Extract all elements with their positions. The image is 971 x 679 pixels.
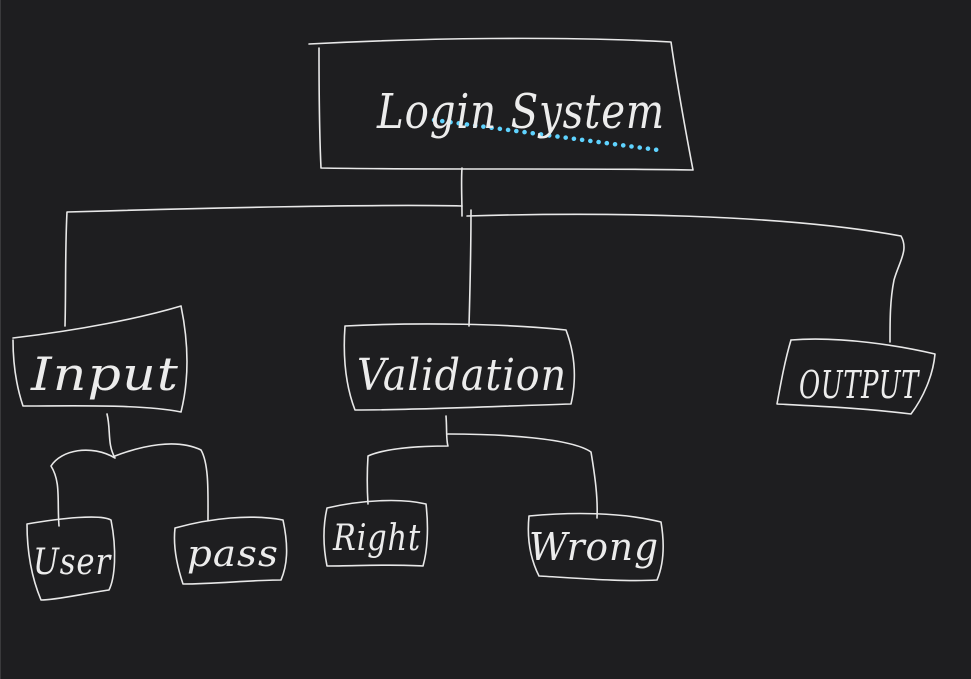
- label-validation: Validation: [357, 350, 567, 401]
- label-output: OUTPUT: [799, 363, 920, 407]
- connector-validation-children: [366, 415, 598, 519]
- label-wrong: Wrong: [529, 525, 659, 569]
- diagram-drawing: Login System Input Validation OUTPUT Use…: [12, 37, 936, 601]
- whiteboard-canvas[interactable]: Login System Input Validation OUTPUT Use…: [0, 0, 971, 679]
- connector-left-branch: [64, 204, 463, 327]
- label-input: Input: [30, 347, 179, 401]
- connector-middle-stem: [468, 209, 472, 327]
- label-root: Login System: [376, 84, 665, 140]
- label-right: Right: [332, 518, 421, 559]
- label-pass: pass: [187, 534, 279, 575]
- label-user: User: [33, 542, 112, 583]
- connector-right-branch: [466, 213, 905, 343]
- connector-input-children: [50, 413, 209, 527]
